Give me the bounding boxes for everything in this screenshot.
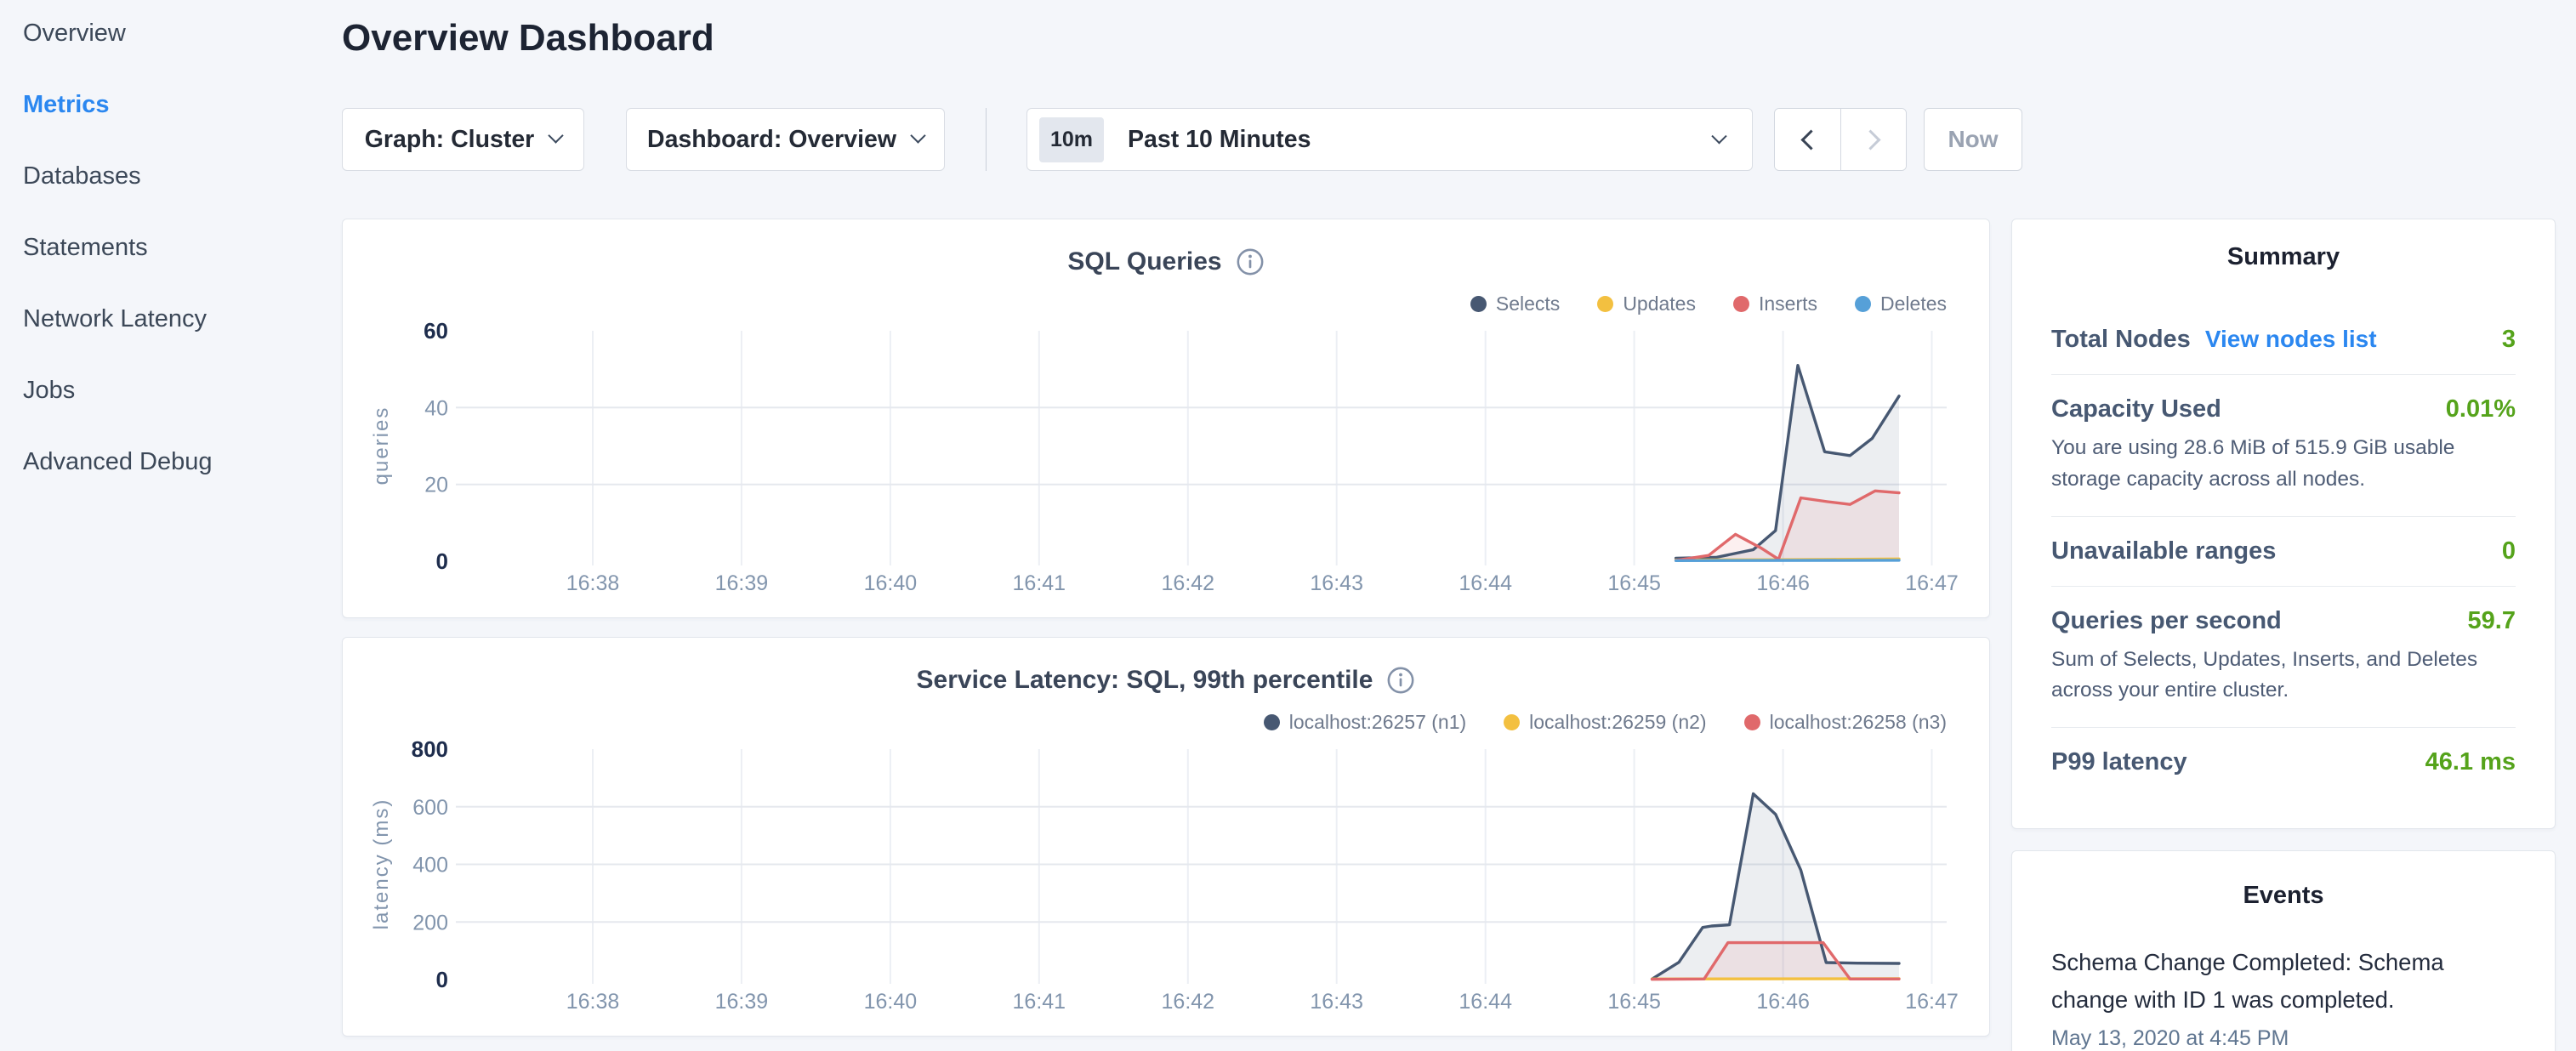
svg-text:16:47: 16:47: [1905, 571, 1959, 595]
page-title: Overview Dashboard: [342, 17, 714, 60]
chevron-down-icon: [1711, 128, 1726, 144]
sidebar-item-metrics[interactable]: Metrics: [23, 91, 340, 119]
svg-text:16:43: 16:43: [1310, 571, 1363, 595]
events-panel: Events Schema Change Completed: Schema c…: [2011, 850, 2556, 1051]
dashboard-dropdown[interactable]: Dashboard: Overview: [626, 108, 945, 171]
sidebar-item-advanced-debug[interactable]: Advanced Debug: [23, 448, 340, 476]
svg-text:16:43: 16:43: [1310, 990, 1363, 1014]
event-timestamp: May 13, 2020 at 4:45 PM: [2051, 1026, 2516, 1051]
chart-canvas: 16:38 16:39 16:40 16:41 16:42 16:43 16:44 16:45…: [343, 219, 1989, 616]
toolbar-divider: [986, 108, 987, 171]
sidebar-item-statements[interactable]: Statements: [23, 234, 340, 262]
summary-panel: Summary Total Nodes View nodes list 3 Ca…: [2011, 219, 2556, 829]
time-window-picker[interactable]: 10m Past 10 Minutes: [1026, 108, 1753, 171]
time-window-badge: 10m: [1039, 117, 1104, 162]
svg-text:16:45: 16:45: [1607, 990, 1661, 1014]
sidebar-nav: Overview Metrics Databases Statements Ne…: [0, 0, 340, 520]
svg-text:600: 600: [412, 796, 448, 820]
svg-text:16:45: 16:45: [1607, 571, 1661, 595]
summary-row-label: Capacity Used: [2051, 395, 2221, 423]
svg-text:60: 60: [424, 318, 448, 344]
summary-row-label: P99 latency: [2051, 748, 2187, 776]
svg-text:16:46: 16:46: [1756, 990, 1810, 1014]
summary-row-total-nodes: Total Nodes View nodes list 3: [2051, 305, 2516, 374]
event-message: Schema Change Completed: Schema change w…: [2051, 944, 2516, 1019]
svg-text:16:44: 16:44: [1459, 990, 1512, 1014]
view-nodes-list-link[interactable]: View nodes list: [2205, 326, 2377, 353]
admin-ui-page: Overview Metrics Databases Statements Ne…: [0, 0, 2576, 1051]
svg-text:40: 40: [424, 396, 448, 420]
sidebar-item-network-latency[interactable]: Network Latency: [23, 305, 340, 333]
svg-text:0: 0: [436, 967, 448, 992]
time-back-button[interactable]: [1775, 109, 1840, 170]
chart-canvas: 16:38 16:39 16:40 16:41 16:42 16:43 16:44 16:45…: [343, 638, 1989, 1034]
summary-row-label: Unavailable ranges: [2051, 537, 2276, 565]
sidebar-item-databases[interactable]: Databases: [23, 162, 340, 190]
svg-text:16:40: 16:40: [864, 990, 918, 1014]
time-forward-button[interactable]: [1840, 109, 1906, 170]
summary-title: Summary: [2051, 243, 2516, 271]
summary-row-note: You are using 28.6 MiB of 515.9 GiB usab…: [2051, 433, 2516, 496]
summary-row-unavailable-ranges: Unavailable ranges 0: [2051, 516, 2516, 586]
summary-row-capacity-used: Capacity Used 0.01% You are using 28.6 M…: [2051, 374, 2516, 516]
svg-text:16:40: 16:40: [864, 571, 918, 595]
svg-text:20: 20: [424, 474, 448, 497]
chevron-right-icon: [1860, 129, 1880, 150]
now-button[interactable]: Now: [1924, 108, 2022, 171]
dashboard-dropdown-label: Dashboard: Overview: [647, 126, 896, 154]
svg-text:16:38: 16:38: [566, 990, 620, 1014]
svg-text:200: 200: [412, 911, 448, 935]
svg-text:800: 800: [412, 736, 448, 762]
summary-row-note: Sum of Selects, Updates, Inserts, and De…: [2051, 645, 2516, 707]
svg-text:16:42: 16:42: [1162, 571, 1215, 595]
svg-text:16:41: 16:41: [1013, 990, 1066, 1014]
svg-text:16:47: 16:47: [1905, 990, 1959, 1014]
summary-row-label: Total Nodes: [2051, 326, 2191, 354]
svg-text:16:41: 16:41: [1013, 571, 1066, 595]
sidebar-item-jobs[interactable]: Jobs: [23, 377, 340, 405]
time-stepper: [1774, 108, 1907, 171]
sidebar-item-overview[interactable]: Overview: [23, 20, 340, 48]
event-list-item[interactable]: Schema Change Completed: Schema change w…: [2051, 944, 2516, 1051]
summary-row-label: Queries per second: [2051, 607, 2282, 635]
graph-scope-dropdown[interactable]: Graph: Cluster: [342, 108, 584, 171]
charts-column: SQL Queries SelectsUpdatesInsertsDeletes…: [342, 219, 1990, 1037]
chevron-down-icon: [549, 128, 564, 143]
svg-text:16:39: 16:39: [715, 571, 769, 595]
svg-text:0: 0: [436, 548, 448, 574]
sql-queries-chart-panel: SQL Queries SelectsUpdatesInsertsDeletes…: [342, 219, 1990, 618]
graph-scope-dropdown-label: Graph: Cluster: [365, 126, 535, 154]
toolbar: Graph: Cluster Dashboard: Overview 10m P…: [342, 108, 2022, 171]
svg-text:16:44: 16:44: [1459, 571, 1512, 595]
svg-text:16:39: 16:39: [715, 990, 769, 1014]
summary-row-value: 0.01%: [2446, 395, 2516, 423]
time-window-label: Past 10 Minutes: [1128, 126, 1311, 154]
service-latency-chart-panel: Service Latency: SQL, 99th percentile lo…: [342, 637, 1990, 1037]
summary-row-value: 59.7: [2468, 607, 2516, 635]
events-title: Events: [2051, 882, 2516, 910]
summary-row-value: 0: [2502, 537, 2516, 565]
svg-text:16:46: 16:46: [1756, 571, 1810, 595]
summary-row-p99-latency: P99 latency 46.1 ms: [2051, 727, 2516, 797]
svg-text:16:38: 16:38: [566, 571, 620, 595]
summary-row-value: 3: [2502, 326, 2516, 354]
summary-row-value: 46.1 ms: [2425, 748, 2516, 776]
chevron-down-icon: [910, 128, 925, 143]
svg-text:16:42: 16:42: [1162, 990, 1215, 1014]
svg-text:400: 400: [412, 854, 448, 878]
summary-row-queries-per-second: Queries per second 59.7 Sum of Selects, …: [2051, 586, 2516, 728]
chevron-left-icon: [1800, 129, 1821, 150]
